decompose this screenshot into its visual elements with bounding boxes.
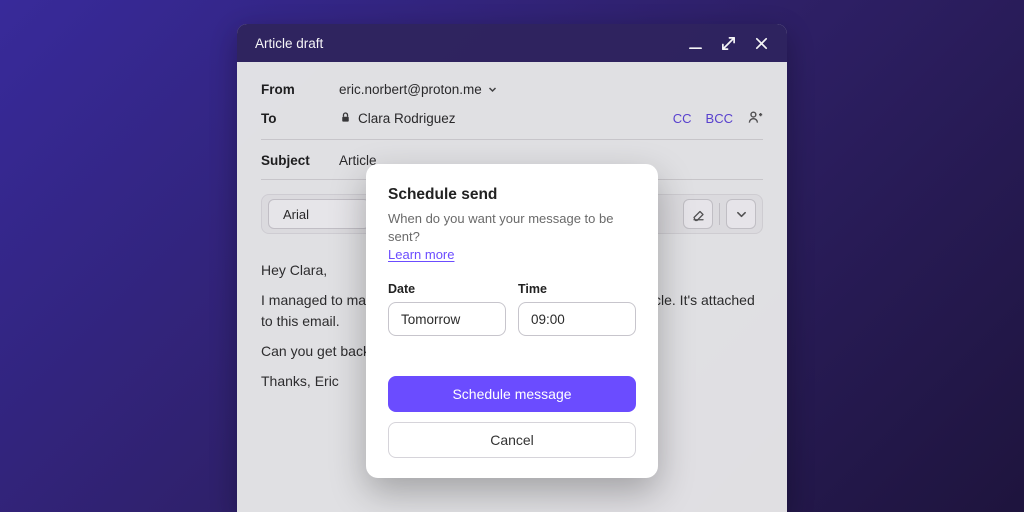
modal-subtitle: When do you want your message to be sent… (388, 210, 636, 245)
time-field: Time 09:00 (518, 282, 636, 336)
date-input[interactable]: Tomorrow (388, 302, 506, 336)
learn-more-link[interactable]: Learn more (388, 247, 454, 262)
time-label: Time (518, 282, 636, 296)
date-label: Date (388, 282, 506, 296)
schedule-message-button[interactable]: Schedule message (388, 376, 636, 412)
date-field: Date Tomorrow (388, 282, 506, 336)
cancel-button[interactable]: Cancel (388, 422, 636, 458)
time-input[interactable]: 09:00 (518, 302, 636, 336)
modal-title: Schedule send (388, 186, 636, 204)
schedule-send-modal: Schedule send When do you want your mess… (366, 164, 658, 478)
